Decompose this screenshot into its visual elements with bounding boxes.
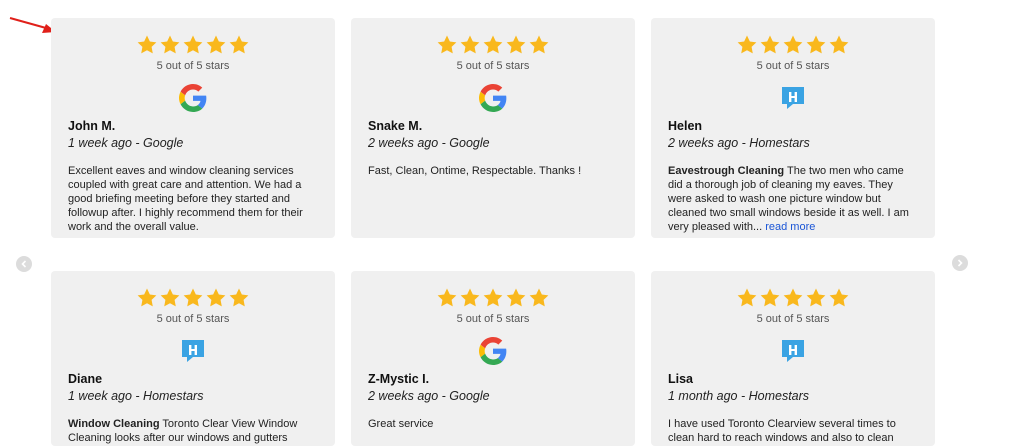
- star-icon: [136, 34, 158, 56]
- star-icon: [459, 287, 481, 309]
- star-icon: [136, 287, 158, 309]
- review-title: Window Cleaning: [68, 418, 160, 430]
- rating-text: 5 out of 5 stars: [456, 60, 530, 72]
- star-icon: [782, 287, 804, 309]
- star-icon: [205, 34, 227, 56]
- review-body: Excellent eaves and window cleaning serv…: [68, 165, 303, 233]
- reviewer-name: John M.: [68, 119, 116, 133]
- review-text: Fast, Clean, Ontime, Respectable. Thanks…: [368, 164, 618, 178]
- star-icon: [436, 34, 458, 56]
- review-meta: 1 month ago - Homestars: [668, 389, 810, 403]
- chevron-right-icon: [957, 259, 963, 267]
- star-icon: [205, 287, 227, 309]
- star-rating: [51, 34, 335, 56]
- star-icon: [828, 287, 850, 309]
- reviewer-name: Snake M.: [368, 119, 423, 133]
- review-text: Window Cleaning Toronto Clear View Windo…: [68, 417, 318, 445]
- rating-text: 5 out of 5 stars: [156, 60, 230, 72]
- star-icon: [505, 287, 527, 309]
- review-card: 5 out of 5 stars John M. 1 week ago - Go…: [51, 18, 335, 238]
- review-card: 5 out of 5 stars Snake M. 2 weeks ago - …: [351, 18, 635, 238]
- review-meta: 2 weeks ago - Google: [368, 136, 490, 150]
- reviewer-name: Diane: [68, 372, 103, 386]
- review-card: 5 out of 5 stars Lisa 1 month ago - Home…: [651, 271, 935, 446]
- review-text: Eavestrough Cleaning The two men who cam…: [668, 164, 918, 234]
- star-rating: [351, 287, 635, 309]
- star-icon: [182, 34, 204, 56]
- reviewer-name: Helen: [668, 119, 703, 133]
- review-text: Great service: [368, 417, 618, 431]
- homestars-icon: [779, 337, 807, 365]
- carousel-next-button[interactable]: [952, 255, 968, 271]
- star-rating: [351, 34, 635, 56]
- google-icon: [479, 84, 507, 112]
- star-icon: [482, 287, 504, 309]
- review-body: Great service: [368, 418, 434, 430]
- chevron-left-icon: [21, 260, 27, 268]
- homestars-icon: [779, 84, 807, 112]
- review-text: Excellent eaves and window cleaning serv…: [68, 164, 318, 234]
- star-icon: [782, 34, 804, 56]
- star-icon: [736, 287, 758, 309]
- star-icon: [228, 287, 250, 309]
- star-icon: [528, 287, 550, 309]
- star-icon: [805, 287, 827, 309]
- carousel-prev-button[interactable]: [16, 256, 32, 272]
- star-rating: [651, 34, 935, 56]
- review-meta: 1 week ago - Homestars: [68, 389, 204, 403]
- review-body: I have used Toronto Clearview several ti…: [668, 418, 896, 444]
- star-icon: [759, 34, 781, 56]
- star-icon: [528, 34, 550, 56]
- star-icon: [482, 34, 504, 56]
- review-card: 5 out of 5 stars Diane 1 week ago - Home…: [51, 271, 335, 446]
- star-icon: [505, 34, 527, 56]
- star-icon: [459, 34, 481, 56]
- review-card: 5 out of 5 stars Helen 2 weeks ago - Hom…: [651, 18, 935, 238]
- review-meta: 1 week ago - Google: [68, 136, 184, 150]
- star-rating: [51, 287, 335, 309]
- google-icon: [479, 337, 507, 365]
- star-rating: [651, 287, 935, 309]
- star-icon: [759, 287, 781, 309]
- star-icon: [805, 34, 827, 56]
- homestars-icon: [179, 337, 207, 365]
- review-body: Fast, Clean, Ontime, Respectable. Thanks…: [368, 165, 582, 177]
- star-icon: [182, 287, 204, 309]
- review-title: Eavestrough Cleaning: [668, 165, 785, 177]
- review-card: 5 out of 5 stars Z-Mystic I. 2 weeks ago…: [351, 271, 635, 446]
- reviewer-name: Z-Mystic I.: [368, 372, 430, 386]
- read-more-link[interactable]: read more: [765, 221, 815, 233]
- rating-text: 5 out of 5 stars: [456, 313, 530, 325]
- star-icon: [436, 287, 458, 309]
- review-meta: 2 weeks ago - Homestars: [668, 136, 810, 150]
- rating-text: 5 out of 5 stars: [756, 60, 830, 72]
- star-icon: [159, 34, 181, 56]
- star-icon: [228, 34, 250, 56]
- star-icon: [159, 287, 181, 309]
- star-icon: [736, 34, 758, 56]
- reviewer-name: Lisa: [668, 372, 694, 386]
- rating-text: 5 out of 5 stars: [156, 313, 230, 325]
- star-icon: [828, 34, 850, 56]
- rating-text: 5 out of 5 stars: [756, 313, 830, 325]
- review-meta: 2 weeks ago - Google: [368, 389, 490, 403]
- review-text: I have used Toronto Clearview several ti…: [668, 417, 918, 445]
- google-icon: [179, 84, 207, 112]
